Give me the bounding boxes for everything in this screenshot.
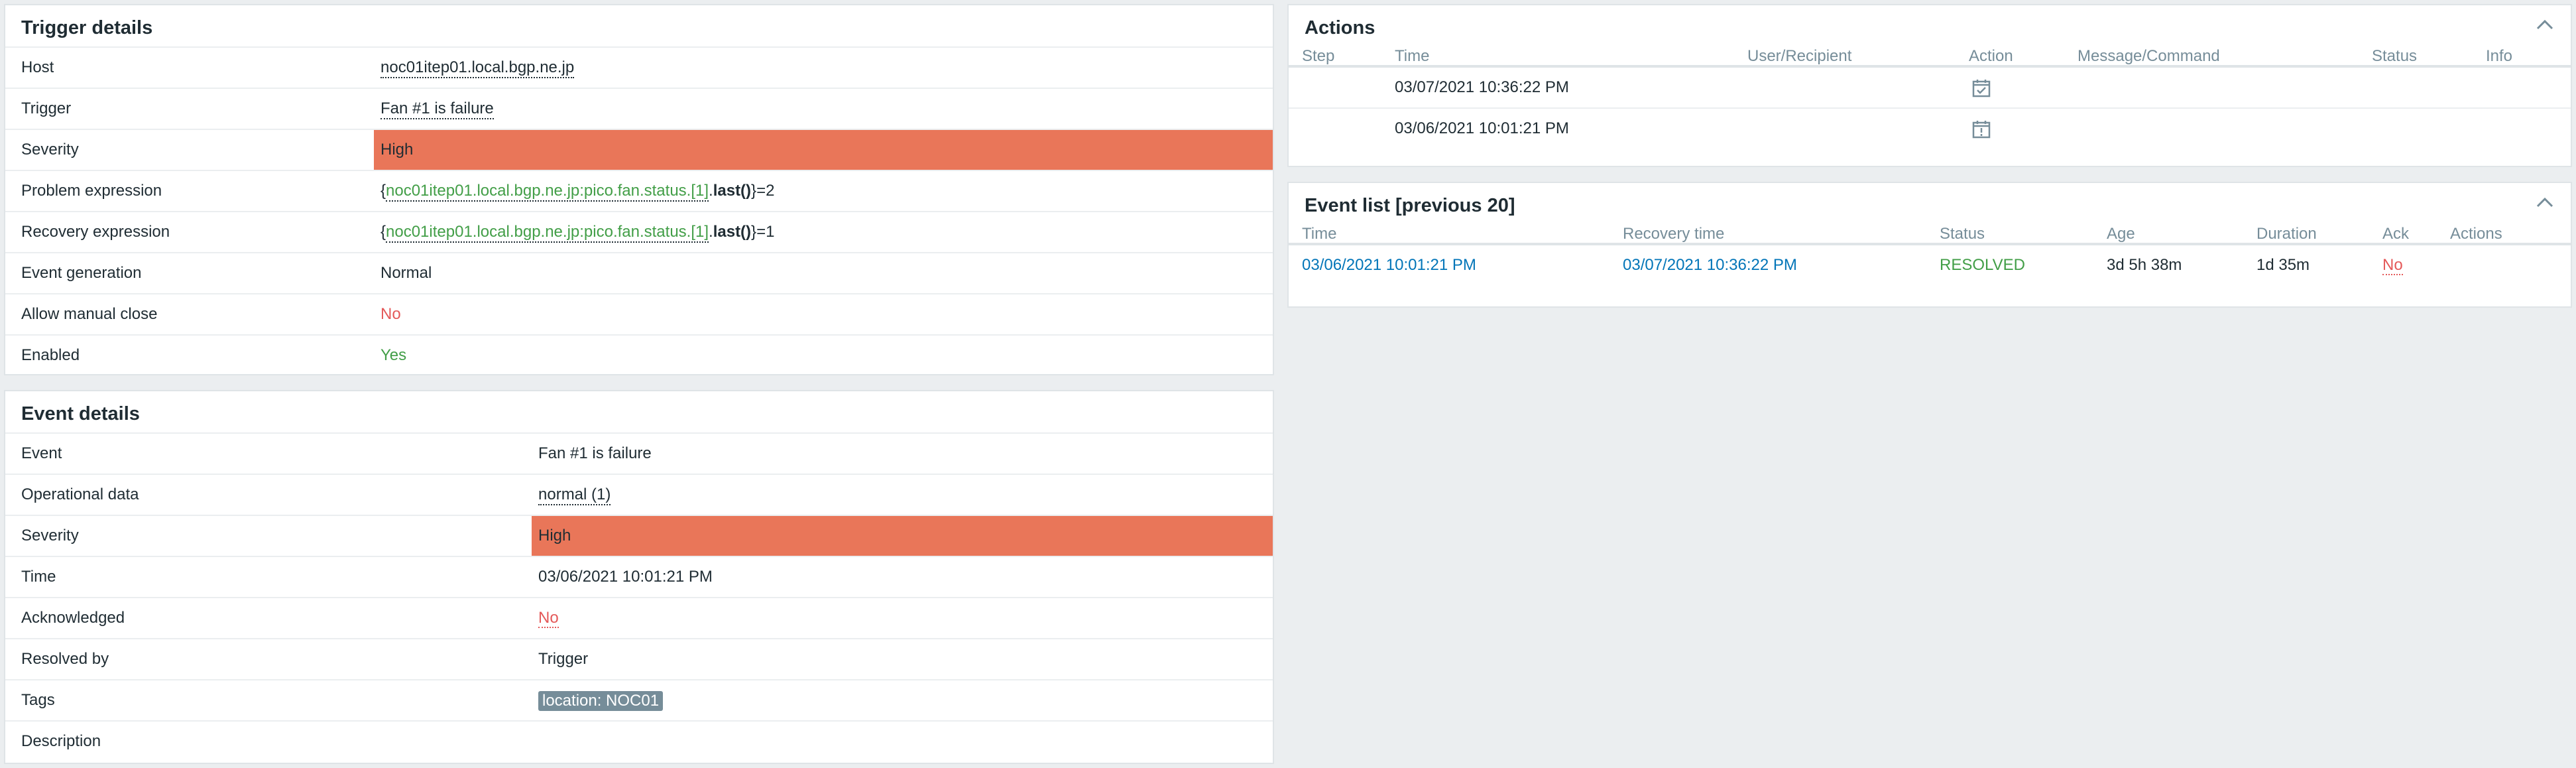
event-details-title: Event details	[21, 403, 140, 424]
event-list-col-duration: Duration	[2256, 225, 2317, 243]
event-generation-value: Normal	[381, 264, 432, 282]
event-time-label: Time	[21, 568, 56, 586]
tags-label: Tags	[21, 691, 55, 709]
event-severity-high-badge: High	[532, 516, 1273, 556]
allow-manual-close-value: No	[381, 305, 401, 323]
trigger-host-row: Host noc01itep01.local.bgp.ne.jp	[5, 46, 1273, 88]
severity-high-badge: High	[374, 130, 1273, 170]
actions-title: Actions	[1305, 17, 1376, 38]
recovery-time-link[interactable]: 03/07/2021 10:36:22 PM	[1623, 245, 1797, 285]
allow-manual-close-label: Allow manual close	[21, 305, 158, 323]
actions-table-header: Step Time User/Recipient Action Message/…	[1289, 46, 2571, 68]
trigger-label: Trigger	[21, 99, 72, 117]
recovery-expression-row: Recovery expression {noc01itep01.local.b…	[5, 211, 1273, 252]
description-value	[532, 722, 1273, 761]
event-value: Fan #1 is failure	[538, 444, 652, 462]
event-list-col-ack: Ack	[2382, 225, 2410, 243]
resolved-by-row: Resolved by Trigger	[5, 638, 1273, 679]
trigger-details-panel: Trigger details Host noc01itep01.local.b…	[4, 4, 1274, 375]
enabled-value: Yes	[381, 346, 407, 364]
host-label: Host	[21, 58, 54, 76]
description-row: Description	[5, 720, 1273, 761]
trigger-details-title: Trigger details	[21, 17, 153, 38]
event-generation-row: Event generation Normal	[5, 252, 1273, 293]
actions-col-user: User/Recipient	[1747, 47, 1852, 65]
problem-expression-value: {noc01itep01.local.bgp.ne.jp:pico.fan.st…	[374, 171, 1273, 211]
operational-data-link[interactable]: normal (1)	[538, 485, 611, 505]
resolved-by-value: Trigger	[538, 650, 589, 668]
problem-expression-label: Problem expression	[21, 182, 162, 200]
actions-col-time: Time	[1395, 47, 1430, 65]
trigger-link[interactable]: Fan #1 is failure	[381, 99, 494, 119]
event-severity-label: Severity	[21, 527, 79, 544]
actions-col-message: Message/Command	[2078, 47, 2220, 65]
status-resolved: RESOLVED	[1940, 256, 2025, 274]
event-list-col-status: Status	[1940, 225, 1985, 243]
calendar-alert-icon[interactable]	[1971, 119, 1991, 139]
tags-row: Tags location: NOC01	[5, 679, 1273, 720]
actions-row-time: 03/07/2021 10:36:22 PM	[1395, 78, 1569, 96]
acknowledged-label: Acknowledged	[21, 609, 125, 627]
event-list-table-header: Time Recovery time Status Age Duration A…	[1289, 224, 2571, 245]
ack-link[interactable]: No	[2382, 256, 2403, 275]
event-label: Event	[21, 444, 62, 462]
event-name-row: Event Fan #1 is failure	[5, 432, 1273, 474]
event-list-panel: Event list [previous 20] Time Recovery t…	[1287, 182, 2572, 308]
event-list-col-recovery-time: Recovery time	[1623, 225, 1725, 243]
event-details-panel: Event details Event Fan #1 is failure Op…	[4, 390, 1274, 764]
acknowledged-row: Acknowledged No	[5, 597, 1273, 638]
actions-col-info: Info	[2486, 47, 2513, 65]
event-time-row: Time 03/06/2021 10:01:21 PM	[5, 556, 1273, 597]
enabled-label: Enabled	[21, 346, 80, 364]
problem-expression-row: Problem expression {noc01itep01.local.bg…	[5, 170, 1273, 211]
recovery-expression-value: {noc01itep01.local.bgp.ne.jp:pico.fan.st…	[374, 212, 1273, 252]
chevron-up-icon[interactable]	[2535, 195, 2555, 210]
recovery-expression-function: last()	[713, 223, 752, 241]
event-age: 3d 5h 38m	[2107, 256, 2182, 274]
event-severity-row: Severity High	[5, 515, 1273, 556]
event-list-title: Event list [previous 20]	[1305, 195, 1515, 216]
severity-label: Severity	[21, 141, 79, 159]
event-time-link[interactable]: 03/06/2021 10:01:21 PM	[1302, 245, 1476, 285]
trigger-severity-row: Severity High	[5, 129, 1273, 170]
actions-row-time: 03/06/2021 10:01:21 PM	[1395, 119, 1569, 137]
allow-manual-close-row: Allow manual close No	[5, 293, 1273, 334]
calendar-check-icon[interactable]	[1971, 78, 1991, 98]
actions-col-action: Action	[1969, 47, 2013, 65]
event-list-col-age: Age	[2107, 225, 2135, 243]
recovery-expression-label: Recovery expression	[21, 223, 170, 241]
actions-row: 03/07/2021 10:36:22 PM	[1289, 68, 2571, 109]
event-generation-label: Event generation	[21, 264, 142, 282]
resolved-by-label: Resolved by	[21, 650, 109, 668]
host-link[interactable]: noc01itep01.local.bgp.ne.jp	[381, 58, 575, 78]
recovery-expression-item-link[interactable]: noc01itep01.local.bgp.ne.jp:pico.fan.sta…	[386, 223, 709, 243]
acknowledged-link[interactable]: No	[538, 609, 559, 628]
actions-col-step: Step	[1302, 47, 1335, 65]
event-list-row: 03/06/2021 10:01:21 PM 03/07/2021 10:36:…	[1289, 245, 2571, 287]
event-list-col-actions: Actions	[2450, 225, 2502, 243]
actions-panel: Actions Step Time User/Recipient Action …	[1287, 4, 2572, 167]
actions-row: 03/06/2021 10:01:21 PM	[1289, 109, 2571, 150]
operational-data-label: Operational data	[21, 485, 139, 503]
operational-data-row: Operational data normal (1)	[5, 474, 1273, 515]
problem-expression-function: last()	[713, 182, 752, 200]
problem-expression-item-link[interactable]: noc01itep01.local.bgp.ne.jp:pico.fan.sta…	[386, 182, 709, 202]
enabled-row: Enabled Yes	[5, 334, 1273, 375]
actions-col-status: Status	[2372, 47, 2418, 65]
chevron-up-icon[interactable]	[2535, 17, 2555, 32]
event-duration: 1d 35m	[2256, 256, 2310, 274]
description-label: Description	[21, 732, 101, 750]
event-time-value: 03/06/2021 10:01:21 PM	[538, 568, 713, 586]
event-list-col-time: Time	[1302, 225, 1337, 243]
trigger-name-row: Trigger Fan #1 is failure	[5, 88, 1273, 129]
tag-chip[interactable]: location: NOC01	[538, 690, 664, 711]
